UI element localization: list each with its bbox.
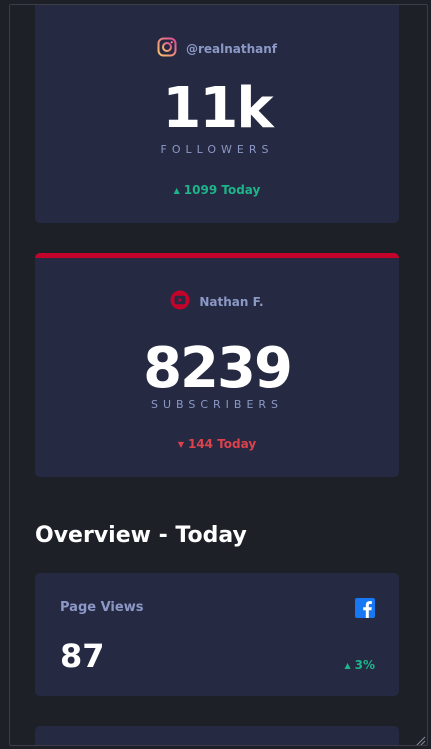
instagram-unit-label: FOLLOWERS	[160, 143, 274, 156]
instagram-today-change: ▲ 1099 Today	[35, 183, 399, 197]
youtube-today-text: 144 Today	[187, 437, 257, 451]
instagram-today-text: 1099 Today	[183, 183, 261, 197]
trend-up-icon: ▲	[344, 660, 351, 670]
instagram-follower-count: 11k	[162, 76, 273, 141]
facebook-icon	[355, 598, 375, 618]
youtube-subscriber-count: 8239	[143, 336, 293, 401]
trend-down-icon: ▼	[177, 439, 184, 449]
overview-card-next	[35, 726, 399, 745]
trend-up-icon: ▲	[173, 185, 180, 195]
overview-card-label: Page Views	[60, 600, 144, 615]
youtube-handle: Nathan F.	[199, 295, 264, 309]
browser-viewport: @realnathanf 11k FOLLOWERS ▲ 1099 Today …	[9, 4, 428, 746]
youtube-handle-row: Nathan F.	[35, 290, 399, 314]
resize-grip-icon[interactable]	[414, 732, 426, 745]
overview-card-value: 87	[60, 637, 105, 675]
youtube-subscribers-card: Nathan F. 8239 SUBSCRIBERS ▼ 144 Today	[35, 253, 399, 477]
instagram-icon	[157, 37, 177, 61]
overview-card-page-views: Page Views 87 ▲ 3%	[35, 573, 399, 696]
overview-card-change-text: 3%	[354, 658, 375, 672]
instagram-handle: @realnathanf	[185, 42, 278, 56]
youtube-accent-stripe	[35, 253, 399, 258]
youtube-icon	[170, 290, 190, 314]
overview-card-change: ▲ 3%	[344, 658, 375, 672]
youtube-today-change: ▼ 144 Today	[35, 437, 399, 451]
instagram-handle-row: @realnathanf	[35, 37, 399, 61]
overview-title: Overview - Today	[35, 523, 247, 548]
instagram-followers-card: @realnathanf 11k FOLLOWERS ▲ 1099 Today	[35, 5, 399, 223]
youtube-unit-label: SUBSCRIBERS	[150, 398, 284, 411]
